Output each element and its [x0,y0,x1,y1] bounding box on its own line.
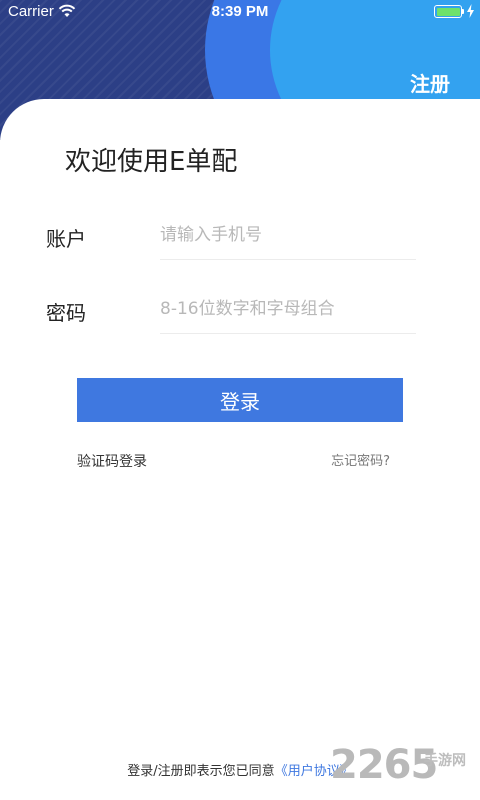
login-card [0,99,480,800]
battery-tip [462,9,464,14]
password-input[interactable] [160,289,416,329]
forgot-password-link[interactable]: 忘记密码? [331,450,390,469]
watermark-text: 手游网 [424,753,466,769]
welcome-title: 欢迎使用E单配 [65,147,238,177]
password-label: 密码 [46,301,86,325]
password-input-underline [160,333,416,334]
phone-input[interactable] [160,215,416,255]
battery-icon [434,5,462,18]
login-button[interactable]: 登录 [77,378,403,422]
register-button[interactable]: 注册 [410,68,450,97]
agreement-text: 登录/注册即表示您已同意 [127,764,275,779]
phone-input-underline [160,259,416,260]
charging-icon [467,4,474,18]
site-watermark: 2265 手游网 [330,742,478,796]
watermark-number: 2265 [330,742,438,788]
status-bar: Carrier 8:39 PM [0,0,480,24]
account-label: 账户 [46,227,86,251]
clock-time: 8:39 PM [211,3,269,20]
login-screen: Carrier 8:39 PM 注册 欢迎使用E单配 账户 密码 登录 验证码登… [0,0,480,800]
sms-login-link[interactable]: 验证码登录 [77,451,147,471]
